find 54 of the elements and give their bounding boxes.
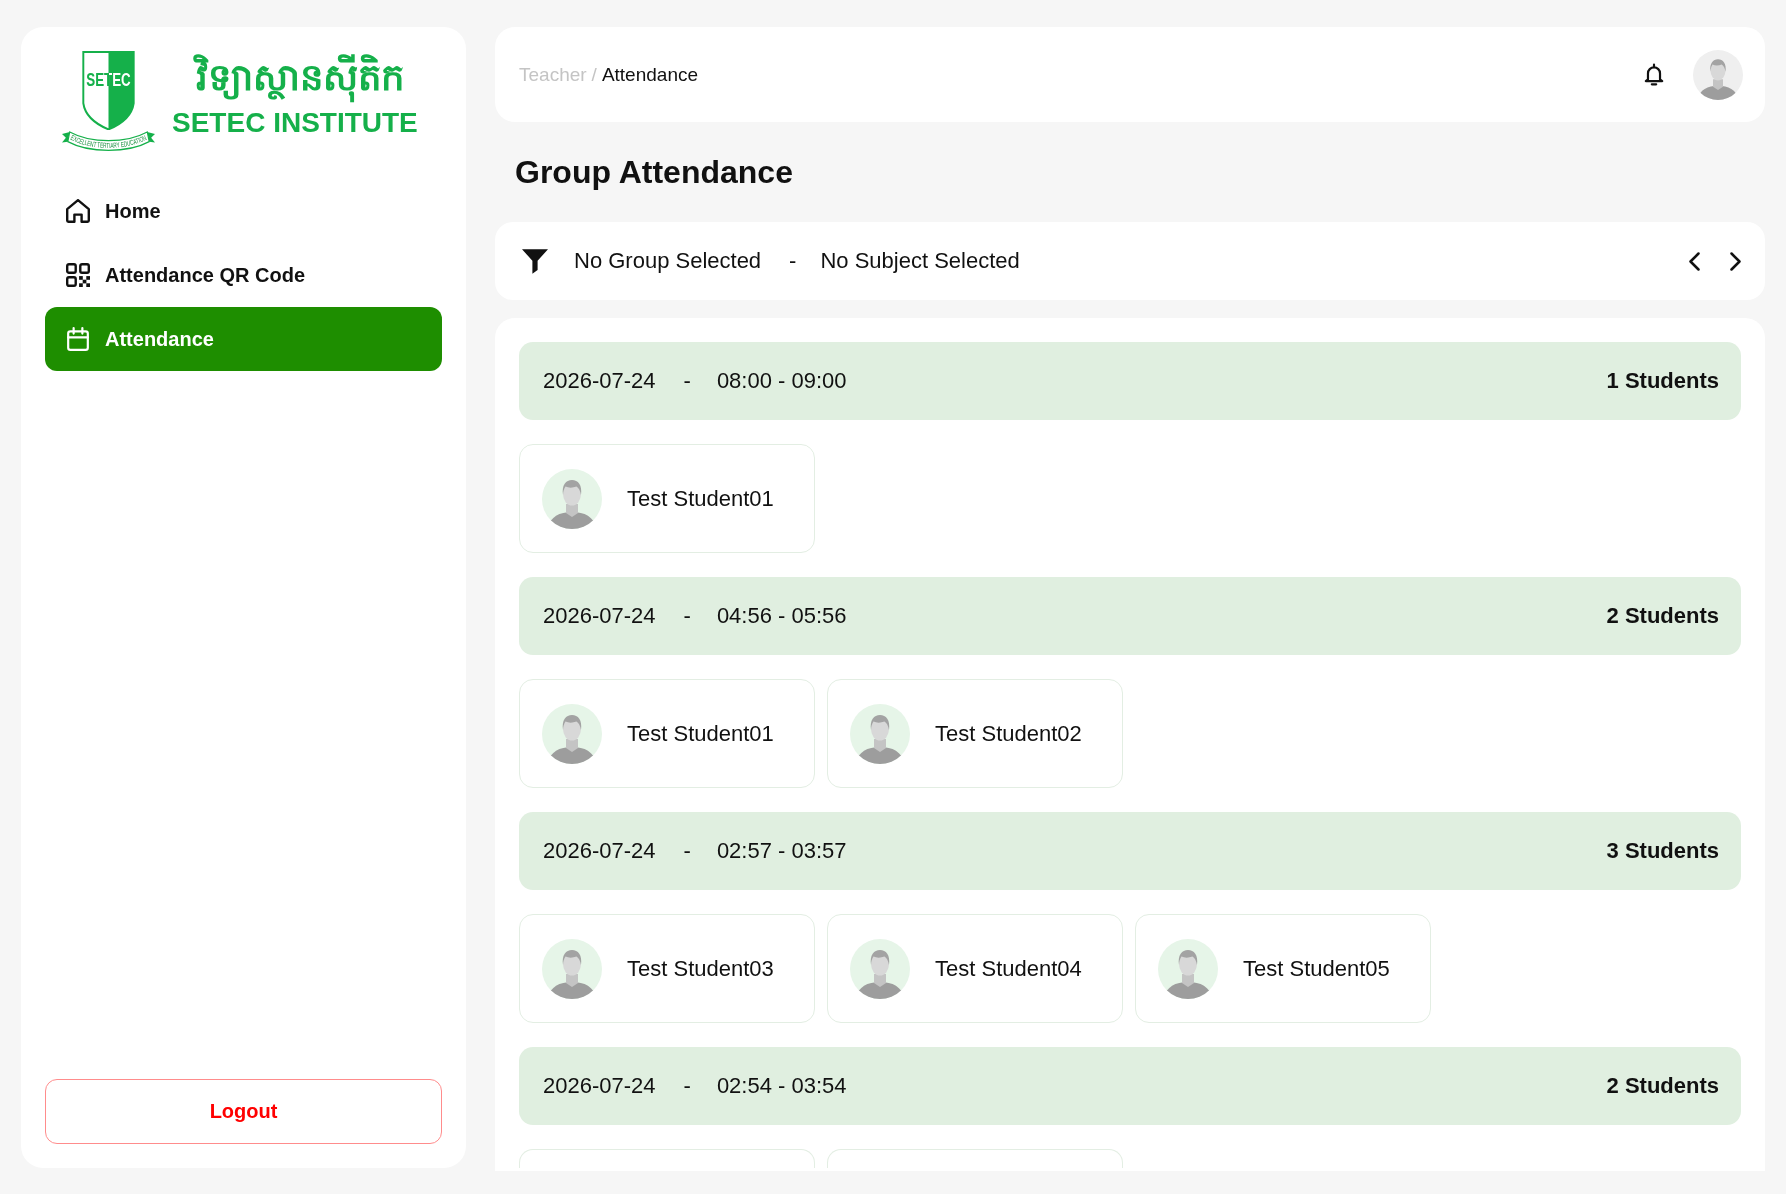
breadcrumb-separator: / [591, 63, 597, 86]
profile-avatar-icon[interactable] [1693, 49, 1743, 100]
student-card[interactable]: Test Student05 [1135, 914, 1431, 1023]
chevron-right-icon[interactable] [1730, 251, 1741, 271]
student-card[interactable]: Test Student03 [519, 914, 815, 1023]
student-count: 2 Students [1606, 603, 1719, 629]
student-name: Test Student01 [627, 485, 774, 512]
filter-icon[interactable] [522, 248, 548, 274]
notification-bell-icon[interactable] [1644, 63, 1664, 86]
date-separator: - [683, 838, 691, 864]
nav-item[interactable]: Home [45, 179, 442, 243]
nav-item[interactable]: Attendance [45, 307, 442, 371]
institute-name-khmer: វិទ្យាស្ថានស៊ីតិក [172, 54, 404, 102]
student-card[interactable]: Test Student01 [519, 679, 815, 788]
student-card[interactable]: Test Student04 [827, 914, 1123, 1023]
student-count: 2 Students [1606, 1073, 1719, 1099]
chevron-left-icon[interactable] [1689, 251, 1700, 271]
session-time: 02:57 - 03:57 [716, 838, 847, 864]
student-name: Test Student03 [627, 955, 774, 982]
student-avatar-icon [850, 938, 910, 999]
student-avatar-icon [542, 468, 602, 529]
selected-subject: No Subject Selected [820, 248, 1020, 274]
student-avatar-icon [1158, 938, 1218, 999]
session-time: 04:56 - 05:56 [716, 603, 847, 629]
student-name: Test Student02 [935, 720, 1082, 747]
student-name: Test Student05 [1243, 955, 1390, 982]
session-time: 02:54 - 03:54 [716, 1073, 847, 1099]
session-date: 2026-07-24 [543, 838, 656, 864]
page-title: Group Attendance [515, 153, 793, 191]
student-avatar-icon [542, 703, 602, 764]
student-avatar-icon [542, 938, 602, 999]
breadcrumb-current: Attendance [601, 63, 699, 86]
selected-group: No Group Selected [574, 248, 762, 274]
student-count: 3 Students [1606, 838, 1719, 864]
institute-name: SETEC INSTITUTE [172, 107, 418, 139]
student-avatar-icon [850, 703, 910, 764]
student-card[interactable]: Test Student02 [827, 679, 1123, 788]
date-separator: - [683, 1073, 691, 1099]
logout-button[interactable]: Logout [45, 1079, 442, 1144]
session-date: 2026-07-24 [543, 1073, 656, 1099]
nav-item[interactable]: Attendance QR Code [45, 243, 442, 307]
student-name: Test Student04 [935, 955, 1082, 982]
date-separator: - [683, 603, 691, 629]
student-count: 1 Students [1606, 368, 1719, 394]
session-time: 08:00 - 09:00 [716, 368, 847, 394]
session-date: 2026-07-24 [543, 368, 656, 394]
calendar-icon [66, 327, 90, 351]
student-name: Test Student01 [627, 720, 774, 747]
session-date: 2026-07-24 [543, 603, 656, 629]
home-icon [66, 199, 90, 223]
date-separator: - [683, 368, 691, 394]
qr-code-icon [66, 263, 90, 287]
filter-separator: - [789, 248, 797, 274]
student-card[interactable]: Test Student01 [519, 444, 815, 553]
